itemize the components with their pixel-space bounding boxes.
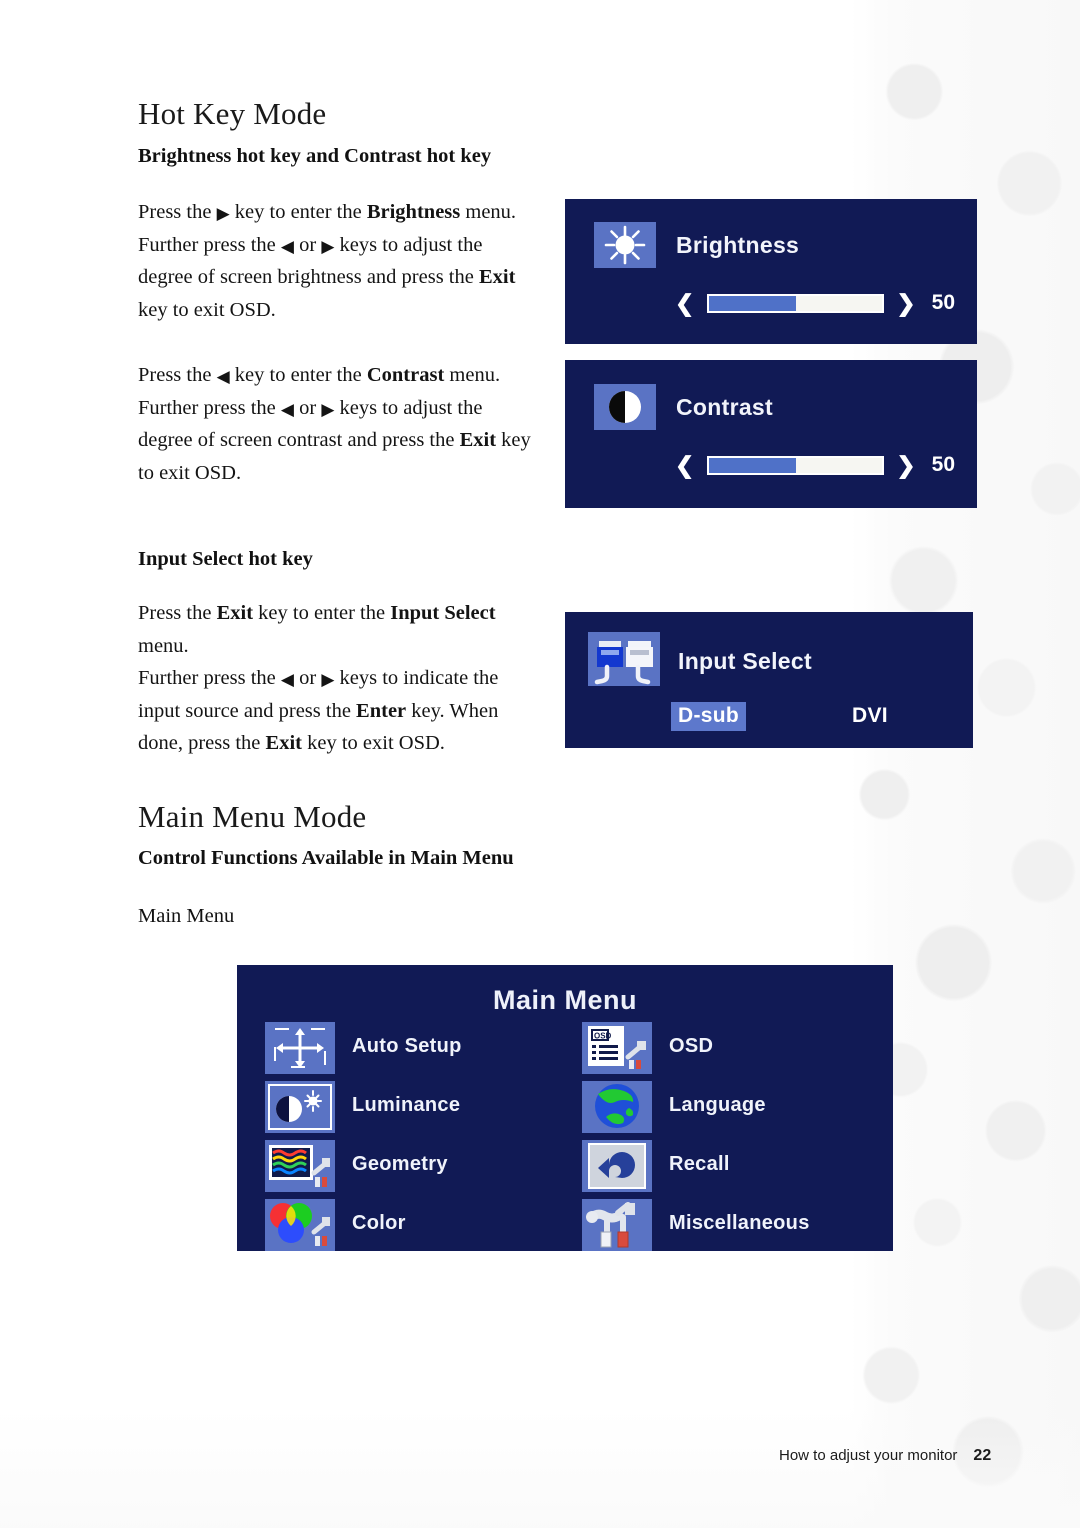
brightness-slider-track[interactable] (707, 293, 885, 313)
left-arrow-icon: ◀ (280, 399, 294, 419)
contrast-slider-track[interactable] (707, 455, 885, 475)
contrast-circle-icon (594, 384, 656, 430)
brightness-line3-a: degree of screen brightness and press th… (138, 266, 479, 288)
brightness-line2-a: Further press the (138, 233, 281, 256)
contrast-line3-bold: Exit (459, 429, 497, 451)
paragraph-input-select-hotkey: Press the Exit key to enter the Input Se… (138, 597, 563, 760)
slider-left-chevron-icon[interactable]: ❮ (675, 291, 694, 315)
luminance-icon[interactable] (265, 1081, 335, 1133)
input-line5-c: key to exit OSD. (301, 732, 445, 754)
svg-text:OSD: OSD (594, 1032, 612, 1041)
left-arrow-icon: ◀ (280, 670, 294, 689)
paragraph-contrast-hotkey: Press the ◀ key to enter the Contrast me… (138, 359, 558, 489)
contrast-line1-b: key to enter the (229, 364, 367, 386)
input-line1-b: key to enter the (253, 602, 391, 624)
contrast-line2-c: keys to adjust the (334, 396, 483, 419)
input-line2: menu. (138, 634, 189, 657)
input-line1-a: Press the (138, 602, 217, 624)
input-line5-a: done, press the (138, 732, 266, 754)
input-option-dsub[interactable]: D-sub (671, 702, 746, 731)
right-arrow-icon: ▶ (321, 236, 335, 256)
slider-left-chevron-icon[interactable]: ❮ (675, 453, 694, 477)
left-arrow-icon: ◀ (216, 367, 230, 386)
footer-label: How to adjust your monitor (779, 1447, 958, 1464)
input-line5-bold: Exit (265, 732, 302, 754)
input-line1-bold-input-select: Input Select (390, 602, 496, 624)
brightness-line2-c: keys to adjust the (334, 233, 483, 256)
section-title-hot-key-mode: Hot Key Mode (138, 96, 327, 131)
input-line4-a: input source and press the (138, 699, 357, 722)
brightness-line1-c: menu. (460, 201, 517, 223)
main-menu-item-geometry[interactable]: Geometry (352, 1153, 448, 1176)
recall-arrow-icon[interactable] (582, 1140, 652, 1192)
miscellaneous-tools-icon[interactable] (582, 1199, 652, 1251)
contrast-line1-a: Press the (138, 364, 217, 386)
slider-right-chevron-icon[interactable]: ❯ (896, 453, 915, 477)
brightness-line3-bold: Exit (478, 266, 516, 288)
main-menu-item-luminance[interactable]: Luminance (352, 1094, 460, 1117)
input-line3-b: or (293, 667, 322, 689)
main-menu-item-recall[interactable]: Recall (669, 1153, 730, 1176)
brightness-line4: key to exit OSD. (138, 298, 276, 321)
geometry-icon[interactable] (265, 1140, 335, 1192)
osd-icon[interactable]: OSD (582, 1022, 652, 1074)
brightness-line2-b: or (293, 233, 322, 256)
left-arrow-icon: ◀ (280, 236, 294, 256)
contrast-line3-a: degree of screen contrast and press the (138, 429, 460, 451)
page-number: 22 (973, 1447, 992, 1464)
sun-icon (594, 222, 656, 268)
osd-panel-main-menu: Main Menu Auto Setup Luminance Geometry … (237, 965, 893, 1251)
section-title-main-menu-mode: Main Menu Mode (138, 799, 367, 834)
language-globe-icon[interactable] (582, 1081, 652, 1133)
osd-panel-input-select: Input Select D-sub DVI (565, 612, 973, 748)
contrast-line2-a: Further press the (138, 396, 281, 419)
contrast-slider-fill (709, 457, 796, 473)
main-menu-item-language[interactable]: Language (669, 1094, 766, 1117)
right-arrow-icon: ▶ (321, 399, 335, 419)
brightness-line1-b: key to enter the (229, 201, 367, 223)
brightness-line1-a: Press the (138, 201, 217, 223)
brightness-value: 50 (931, 291, 955, 314)
input-line1-bold-exit: Exit (216, 602, 254, 624)
page-footer: How to adjust your monitor 22 (779, 1447, 991, 1465)
osd-input-select-label: Input Select (678, 648, 812, 674)
brightness-line1-bold: Brightness (366, 201, 461, 223)
contrast-line1-bold: Contrast (366, 364, 445, 386)
main-menu-item-osd[interactable]: OSD (669, 1035, 713, 1058)
input-option-dvi[interactable]: DVI (852, 704, 888, 728)
connectors-icon (588, 632, 660, 686)
main-menu-item-auto-setup[interactable]: Auto Setup (352, 1035, 462, 1058)
contrast-line1-c: menu. (444, 364, 501, 386)
auto-setup-icon[interactable] (265, 1022, 335, 1074)
slider-right-chevron-icon[interactable]: ❯ (896, 291, 915, 315)
osd-brightness-label: Brightness (676, 232, 800, 258)
input-line3-a: Further press the (138, 667, 281, 689)
contrast-line3-c: key (496, 429, 531, 451)
subheading-input-select-hotkey: Input Select hot key (138, 548, 313, 570)
brightness-slider-row[interactable]: ❮ ❯ 50 (675, 291, 955, 315)
osd-panel-brightness: Brightness ❮ ❯ 50 (565, 199, 977, 344)
color-icon[interactable] (265, 1199, 335, 1251)
main-menu-item-miscellaneous[interactable]: Miscellaneous (669, 1212, 810, 1235)
contrast-slider-row[interactable]: ❮ ❯ 50 (675, 453, 955, 477)
main-menu-title: Main Menu (493, 985, 637, 1015)
osd-contrast-label: Contrast (676, 394, 773, 420)
brightness-slider-fill (709, 295, 796, 311)
input-line4-bold: Enter (356, 699, 407, 722)
subheading-control-functions: Control Functions Available in Main Menu (138, 847, 514, 869)
subheading-brightness-contrast-hotkey: Brightness hot key and Contrast hot key (138, 145, 492, 167)
right-arrow-icon: ▶ (216, 204, 230, 223)
input-line4-c: key. When (406, 699, 499, 722)
input-line3-c: keys to indicate the (334, 667, 499, 689)
contrast-line4: to exit OSD. (138, 461, 242, 484)
osd-panel-contrast: Contrast ❮ ❯ 50 (565, 360, 977, 508)
main-menu-item-color[interactable]: Color (352, 1212, 406, 1235)
paragraph-brightness-hotkey: Press the ▶ key to enter the Brightness … (138, 196, 558, 326)
subheading-main-menu: Main Menu (138, 905, 235, 927)
contrast-line2-b: or (293, 396, 322, 419)
right-arrow-icon: ▶ (321, 670, 335, 689)
contrast-value: 50 (931, 453, 955, 476)
